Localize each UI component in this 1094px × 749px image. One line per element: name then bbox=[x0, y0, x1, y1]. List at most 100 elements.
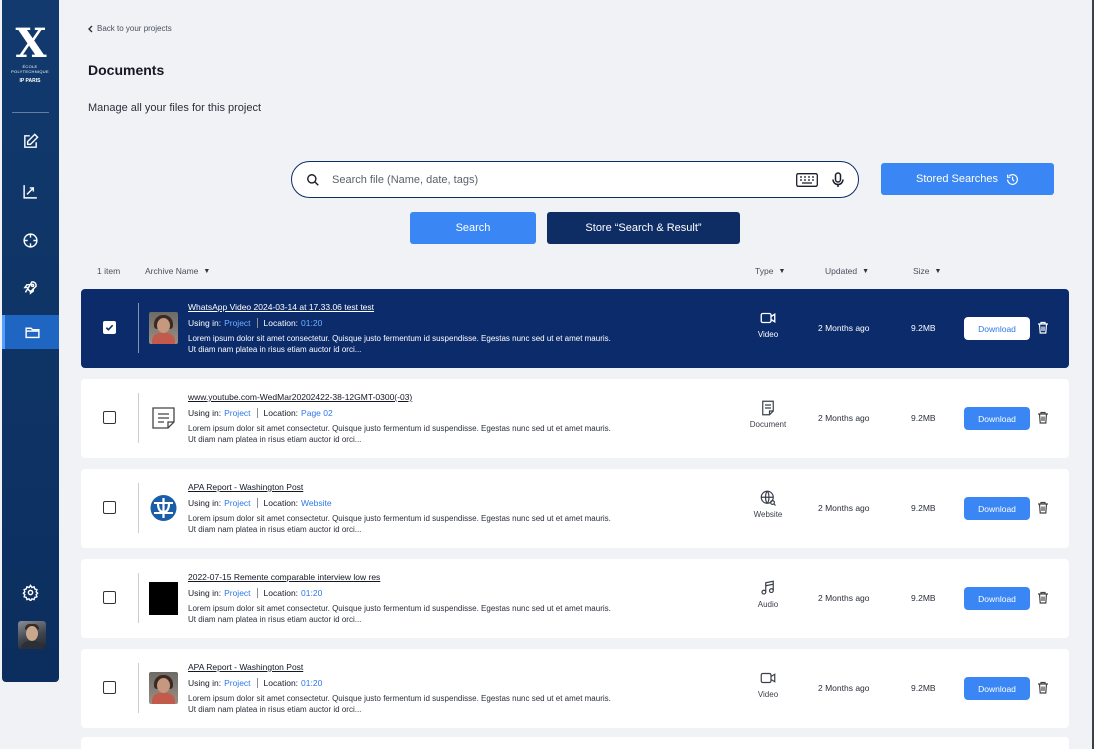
file-type: Video bbox=[738, 309, 798, 339]
file-usage: Using in: Project Location: 01:20 bbox=[188, 588, 322, 598]
file-type: Document bbox=[738, 399, 798, 429]
using-label: Using in: bbox=[188, 408, 222, 418]
file-updated: 2 Months ago bbox=[818, 503, 870, 513]
file-type-label: Document bbox=[749, 420, 787, 429]
trash-icon[interactable] bbox=[1037, 591, 1049, 604]
file-size: 9.2MB bbox=[911, 413, 936, 423]
logo[interactable]: X ÉCOLE POLYTECHNIQUE IP PARIS bbox=[10, 24, 50, 86]
file-name[interactable]: WhatsApp Video 2024-03-14 at 17.33.06 te… bbox=[188, 302, 374, 312]
item-count: 1 item bbox=[97, 266, 120, 276]
rocket-icon bbox=[23, 280, 37, 295]
store-search-result-button[interactable]: Store “Search & Result” bbox=[547, 212, 740, 244]
page-subtitle: Manage all your files for this project bbox=[88, 102, 262, 114]
table-row[interactable]: APA Report - Washington Post Using in: Pr… bbox=[81, 469, 1069, 548]
table-row[interactable]: WhatsApp Video 2024-03-14 at 17.33.06 te… bbox=[81, 289, 1069, 368]
sidebar-item-edit[interactable] bbox=[2, 124, 59, 158]
using-link[interactable]: Project bbox=[224, 318, 250, 328]
file-name[interactable]: 2022-07-15 Remente comparable interview … bbox=[188, 572, 380, 582]
trash-icon[interactable] bbox=[1037, 681, 1049, 694]
stored-searches-button[interactable]: Stored Searches bbox=[881, 163, 1054, 195]
caret-down-icon: ▼ bbox=[203, 267, 211, 275]
location-link[interactable]: 01:20 bbox=[301, 678, 322, 688]
location-link[interactable]: Website bbox=[301, 498, 332, 508]
microphone-icon[interactable] bbox=[832, 171, 844, 188]
edit-icon bbox=[24, 132, 39, 148]
file-type-label: Audio bbox=[757, 600, 779, 609]
table-row[interactable] bbox=[81, 737, 1069, 749]
sidebar: X ÉCOLE POLYTECHNIQUE IP PARIS bbox=[2, 0, 59, 682]
caret-down-icon: ▼ bbox=[862, 267, 870, 275]
file-type: Website bbox=[738, 489, 798, 519]
location-label: Location: bbox=[263, 318, 299, 328]
search-input[interactable] bbox=[332, 173, 796, 186]
file-updated: 2 Months ago bbox=[818, 413, 870, 423]
sidebar-item-launch[interactable] bbox=[2, 270, 59, 304]
divider bbox=[138, 303, 139, 353]
sidebar-item-documents[interactable] bbox=[2, 315, 59, 349]
divider bbox=[138, 483, 139, 533]
column-updated-label: Updated bbox=[825, 266, 858, 276]
file-type-label: Website bbox=[753, 510, 783, 519]
document-thumbnail-icon bbox=[152, 407, 175, 429]
back-link[interactable]: Back to your projects bbox=[87, 24, 172, 33]
check-icon bbox=[105, 324, 114, 331]
location-link[interactable]: 01:20 bbox=[301, 588, 322, 598]
location-link[interactable]: 01:20 bbox=[301, 318, 322, 328]
download-button[interactable]: Download bbox=[964, 497, 1030, 520]
file-usage: Using in: Project Location: Website bbox=[188, 498, 332, 508]
file-size: 9.2MB bbox=[911, 683, 936, 693]
sidebar-item-analytics[interactable] bbox=[2, 174, 59, 208]
sidebar-item-settings[interactable] bbox=[2, 575, 59, 609]
row-checkbox[interactable] bbox=[103, 591, 116, 604]
logo-line2: POLYTECHNIQUE bbox=[11, 69, 49, 74]
using-link[interactable]: Project bbox=[224, 498, 250, 508]
file-name[interactable]: www.youtube.com-WedMar20202422-38-12GMT-… bbox=[188, 392, 412, 402]
file-description: Lorem ipsum dolor sit amet consectetur. … bbox=[188, 514, 611, 534]
download-button[interactable]: Download bbox=[964, 587, 1030, 610]
using-link[interactable]: Project bbox=[224, 588, 250, 598]
column-type-label: Type bbox=[755, 266, 774, 276]
file-usage: Using in: Project Location: 01:20 bbox=[188, 678, 322, 688]
table-row[interactable]: APA Report - Washington Post Using in: Pr… bbox=[81, 649, 1069, 728]
file-name[interactable]: APA Report - Washington Post bbox=[188, 482, 303, 492]
file-description: Lorem ipsum dolor sit amet consectetur. … bbox=[188, 334, 611, 354]
download-button[interactable]: Download bbox=[964, 677, 1030, 700]
row-checkbox[interactable] bbox=[103, 681, 116, 694]
file-size: 9.2MB bbox=[911, 503, 936, 513]
location-label: Location: bbox=[263, 498, 299, 508]
row-checkbox[interactable] bbox=[103, 321, 116, 334]
avatar[interactable] bbox=[18, 621, 46, 649]
row-checkbox[interactable] bbox=[103, 411, 116, 424]
file-name[interactable]: APA Report - Washington Post bbox=[188, 662, 303, 672]
column-header-name[interactable]: Archive Name ▼ bbox=[145, 266, 210, 276]
using-label: Using in: bbox=[188, 588, 222, 598]
trash-icon[interactable] bbox=[1037, 411, 1049, 424]
trash-icon[interactable] bbox=[1037, 321, 1049, 334]
file-size: 9.2MB bbox=[911, 593, 936, 603]
column-name-label: Archive Name bbox=[145, 266, 199, 276]
location-link[interactable]: Page 02 bbox=[301, 408, 333, 418]
trash-icon[interactable] bbox=[1037, 501, 1049, 514]
using-label: Using in: bbox=[188, 678, 222, 688]
chevron-left-icon bbox=[88, 25, 93, 32]
table-row[interactable]: www.youtube.com-WedMar20202422-38-12GMT-… bbox=[81, 379, 1069, 458]
video-icon bbox=[760, 312, 776, 324]
keyboard-icon[interactable] bbox=[796, 172, 818, 187]
trend-up-icon bbox=[23, 184, 37, 199]
download-button[interactable]: Download bbox=[964, 407, 1030, 430]
caret-down-icon: ▼ bbox=[934, 267, 942, 275]
file-usage: Using in: Project Location: 01:20 bbox=[188, 318, 322, 328]
column-header-type[interactable]: Type ▼ bbox=[755, 266, 785, 276]
using-link[interactable]: Project bbox=[224, 678, 250, 688]
download-button[interactable]: Download bbox=[964, 317, 1030, 340]
using-link[interactable]: Project bbox=[224, 408, 250, 418]
column-header-size[interactable]: Size ▼ bbox=[913, 266, 941, 276]
crosshair-icon bbox=[23, 232, 38, 248]
search-button[interactable]: Search bbox=[410, 212, 536, 244]
file-thumbnail bbox=[149, 582, 178, 615]
sidebar-item-target[interactable] bbox=[2, 223, 59, 257]
table-row[interactable]: 2022-07-15 Remente comparable interview … bbox=[81, 559, 1069, 638]
row-checkbox[interactable] bbox=[103, 501, 116, 514]
column-header-updated[interactable]: Updated ▼ bbox=[825, 266, 869, 276]
file-description: Lorem ipsum dolor sit amet consectetur. … bbox=[188, 424, 611, 444]
